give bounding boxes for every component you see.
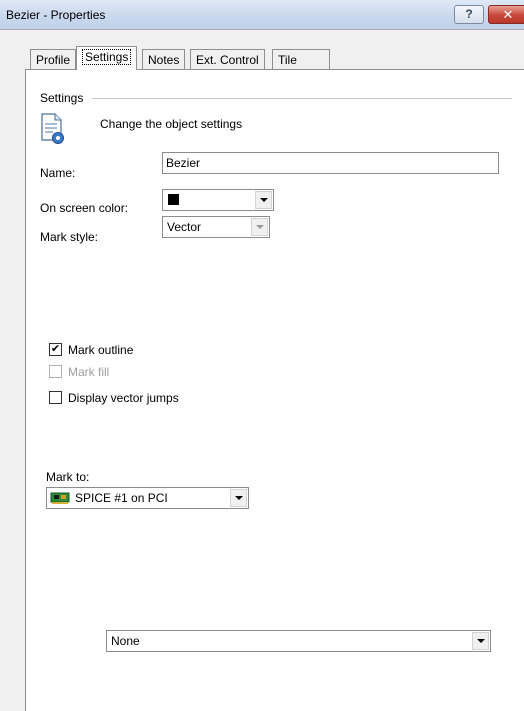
- color-swatch: [168, 194, 179, 205]
- display-vector-jumps-checkbox[interactable]: [49, 391, 62, 404]
- tab-tile[interactable]: Tile: [272, 49, 330, 69]
- mark-style-label: Mark style:: [40, 230, 99, 244]
- mark-outline-checkbox[interactable]: ✔: [49, 343, 62, 356]
- tab-notes[interactable]: Notes: [142, 49, 186, 69]
- display-vector-jumps-label: Display vector jumps: [68, 391, 179, 405]
- name-label: Name:: [40, 166, 76, 180]
- tab-strip: Profile Settings Notes Ext. Control Tile: [0, 44, 524, 70]
- chevron-down-icon: [259, 198, 268, 202]
- mark-style-dropdown-button[interactable]: [251, 218, 268, 236]
- settings-group-label: Settings: [40, 91, 84, 105]
- chevron-down-icon: [255, 225, 264, 229]
- window-title: Bezier - Properties: [6, 8, 106, 22]
- settings-panel: Settings Change the object settings Name…: [25, 69, 524, 711]
- mark-outline-label: Mark outline: [68, 343, 134, 357]
- tab-ext-control[interactable]: Ext. Control: [190, 49, 265, 69]
- bottom-select-dropdown-button[interactable]: [472, 632, 489, 650]
- bottom-select[interactable]: None: [106, 630, 491, 652]
- mark-style-value: Vector: [167, 220, 202, 234]
- mark-to-label: Mark to:: [46, 470, 90, 484]
- mark-fill-checkbox[interactable]: [49, 365, 62, 378]
- tab-profile[interactable]: Profile: [30, 49, 77, 69]
- chevron-down-icon: [234, 496, 243, 500]
- tab-profile-label: Profile: [36, 53, 71, 67]
- chevron-down-icon: [476, 639, 485, 643]
- tab-tile-label: Tile: [278, 53, 297, 67]
- color-label: On screen color:: [40, 201, 129, 215]
- mark-style-select[interactable]: Vector: [162, 216, 270, 238]
- help-button[interactable]: ?: [454, 5, 484, 24]
- settings-description: Change the object settings: [100, 117, 243, 131]
- group-divider: [92, 98, 512, 99]
- color-dropdown-button[interactable]: [255, 191, 272, 209]
- mark-to-select[interactable]: SPICE #1 on PCI: [46, 487, 249, 509]
- bottom-select-value: None: [111, 634, 140, 648]
- color-select[interactable]: [162, 189, 274, 211]
- mark-to-dropdown-button[interactable]: [230, 489, 247, 507]
- tab-settings-label: Settings: [82, 49, 132, 65]
- mark-to-value: SPICE #1 on PCI: [75, 491, 168, 505]
- pci-card-icon: [50, 492, 72, 505]
- settings-document-icon: [40, 113, 66, 145]
- tab-settings[interactable]: Settings: [76, 46, 138, 70]
- mark-fill-label: Mark fill: [68, 365, 110, 379]
- title-bar: Bezier - Properties ? ✕: [0, 0, 524, 30]
- tab-notes-label: Notes: [148, 53, 180, 67]
- close-button[interactable]: ✕: [488, 5, 524, 24]
- tab-ext-control-label: Ext. Control: [196, 53, 259, 67]
- name-input[interactable]: Bezier: [162, 152, 499, 174]
